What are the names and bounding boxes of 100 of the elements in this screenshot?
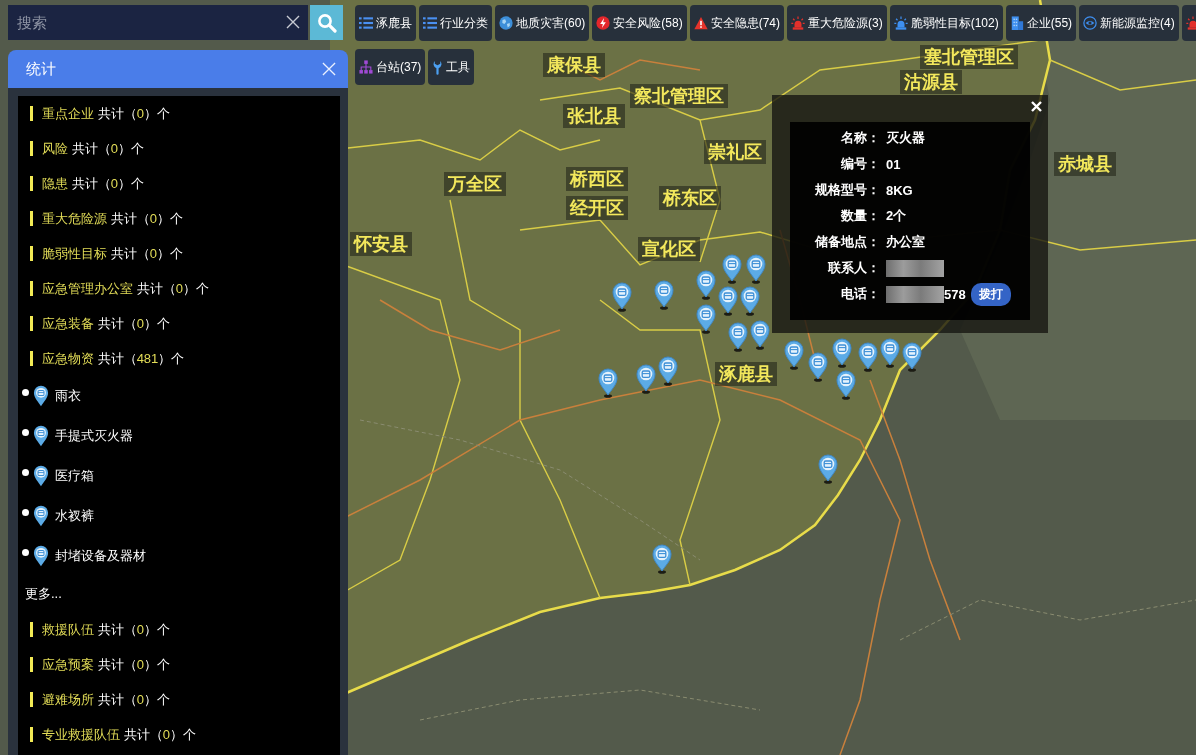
category-summary[interactable]: 应急物资 共计（481）个 xyxy=(42,349,185,368)
list-icon xyxy=(359,16,373,30)
toolbar-button[interactable]: 新能源监控(4) xyxy=(1079,5,1179,41)
siren-icon xyxy=(1185,16,1196,30)
toolbar-button[interactable]: 安全风险(58) xyxy=(592,5,687,41)
map-pin-icon[interactable] xyxy=(740,286,760,316)
map-pin-icon[interactable] xyxy=(722,254,742,284)
toolbar-button[interactable]: 台站(37) xyxy=(355,49,426,85)
field-value: 578 xyxy=(944,286,966,302)
field-label: 储备地点： xyxy=(813,233,880,251)
map-pin-icon[interactable] xyxy=(808,352,828,382)
toolbar-button[interactable]: 脆弱性目标(102) xyxy=(889,5,1003,41)
bar-marker-icon xyxy=(30,316,33,331)
map-pin-icon[interactable] xyxy=(902,342,922,372)
place-label: 察北管理区 xyxy=(630,84,728,108)
category-summary[interactable]: 应急装备 共计（0）个 xyxy=(42,314,170,333)
map-pin-icon[interactable] xyxy=(718,286,738,316)
map-pin-icon xyxy=(33,385,49,407)
map-pin-icon[interactable] xyxy=(836,370,856,400)
place-label: 崇礼区 xyxy=(704,140,766,164)
toolbar-button[interactable]: 企业(55) xyxy=(1005,5,1077,41)
bar-marker-icon xyxy=(30,281,33,296)
field-label: 联系人： xyxy=(827,259,880,277)
place-label: 桥西区 xyxy=(566,167,628,191)
category-summary[interactable]: 应急预案 共计（0）个 xyxy=(42,655,170,674)
map-pin-icon[interactable] xyxy=(832,338,852,368)
map-pin-icon[interactable] xyxy=(658,356,678,386)
map-pin-icon[interactable] xyxy=(750,320,770,350)
field-label: 编号： xyxy=(840,155,880,173)
list-icon xyxy=(423,16,437,30)
field-label: 名称： xyxy=(840,129,880,147)
field-label: 数量： xyxy=(840,207,880,225)
category-summary[interactable]: 专业救援队伍 共计（0）个 xyxy=(42,725,196,744)
map-pin-icon[interactable] xyxy=(654,280,674,310)
place-label: 宣化区 xyxy=(638,237,700,261)
building-icon xyxy=(1009,16,1024,30)
category-summary[interactable]: 应急管理办公室 共计（0）个 xyxy=(42,279,209,298)
material-item[interactable]: 医疗箱 xyxy=(55,467,94,485)
bullet-icon xyxy=(22,468,29,476)
map-pin-icon xyxy=(33,425,49,447)
map-pin-icon[interactable] xyxy=(696,270,716,300)
globe-icon xyxy=(499,16,513,30)
toolbar-button[interactable]: 地质灾害(60) xyxy=(495,5,590,41)
material-item[interactable]: 水衩裤 xyxy=(55,507,94,525)
bar-marker-icon xyxy=(30,211,33,226)
category-summary[interactable]: 重点企业 共计（0）个 xyxy=(42,104,170,123)
map-pin-icon[interactable] xyxy=(696,304,716,334)
field-value: 灭火器 xyxy=(886,129,925,147)
toolbar-button[interactable]: 安全隐患(74) xyxy=(689,5,785,41)
map-pin-icon[interactable] xyxy=(612,282,632,312)
wrench-icon xyxy=(432,59,444,75)
place-label: 沽源县 xyxy=(900,70,962,94)
bullet-icon xyxy=(22,508,29,516)
bar-marker-icon xyxy=(30,351,33,366)
toolbar-button[interactable]: 重大危险源(3) xyxy=(787,5,887,41)
toolbar-button[interactable]: 行业分类 xyxy=(419,5,492,41)
map-pin-icon xyxy=(33,465,49,487)
bar-marker-icon xyxy=(30,141,33,156)
material-item[interactable]: 手提式灭火器 xyxy=(55,427,133,445)
category-summary[interactable]: 脆弱性目标 共计（0）个 xyxy=(42,244,183,263)
field-value: 2个 xyxy=(886,207,907,225)
more-link[interactable]: 更多... xyxy=(25,585,62,603)
map-pin-icon[interactable] xyxy=(818,454,838,484)
toolbar-button[interactable]: 工具 xyxy=(428,49,475,85)
field-value: 01 xyxy=(886,156,901,172)
clear-icon[interactable] xyxy=(286,15,300,29)
panel-title: 统计 xyxy=(26,59,56,79)
map-pin-icon[interactable] xyxy=(746,254,766,284)
warning-icon xyxy=(693,16,708,30)
place-label: 塞北管理区 xyxy=(920,45,1018,69)
category-summary[interactable]: 风险 共计（0）个 xyxy=(42,139,144,158)
toolbar-button[interactable]: 涿鹿县 xyxy=(355,5,416,41)
call-button[interactable]: 拨打 xyxy=(970,282,1011,306)
field-value: 办公室 xyxy=(886,233,925,251)
bar-marker-icon xyxy=(30,106,33,121)
lightning-icon xyxy=(596,16,611,30)
bar-marker-icon xyxy=(30,692,33,707)
map-pin-icon[interactable] xyxy=(652,544,672,574)
map-pin-icon[interactable] xyxy=(636,364,656,394)
search-icon xyxy=(316,12,337,33)
map-pin-icon[interactable] xyxy=(784,340,804,370)
bullet-icon xyxy=(22,388,29,396)
material-item[interactable]: 雨衣 xyxy=(55,387,81,405)
map-pin-icon[interactable] xyxy=(728,322,748,352)
category-summary[interactable]: 避难场所 共计（0）个 xyxy=(42,690,170,709)
category-summary[interactable]: 救援队伍 共计（0）个 xyxy=(42,620,170,639)
map-pin-icon[interactable] xyxy=(880,338,900,368)
bar-marker-icon xyxy=(30,657,33,672)
search-field[interactable]: 搜索 xyxy=(8,5,308,40)
bar-marker-icon xyxy=(30,727,33,742)
map-pin-icon[interactable] xyxy=(598,368,618,398)
material-item[interactable]: 封堵设备及器材 xyxy=(55,547,146,565)
category-summary[interactable]: 重大危险源 共计（0）个 xyxy=(42,209,183,228)
field-value: 8KG xyxy=(886,182,913,198)
place-label: 张北县 xyxy=(563,104,625,128)
place-label: 经开区 xyxy=(566,196,628,220)
category-summary[interactable]: 隐患 共计（0）个 xyxy=(42,174,144,193)
bar-marker-icon xyxy=(30,246,33,261)
place-label: 赤城县 xyxy=(1054,152,1116,176)
map-pin-icon[interactable] xyxy=(858,342,878,372)
